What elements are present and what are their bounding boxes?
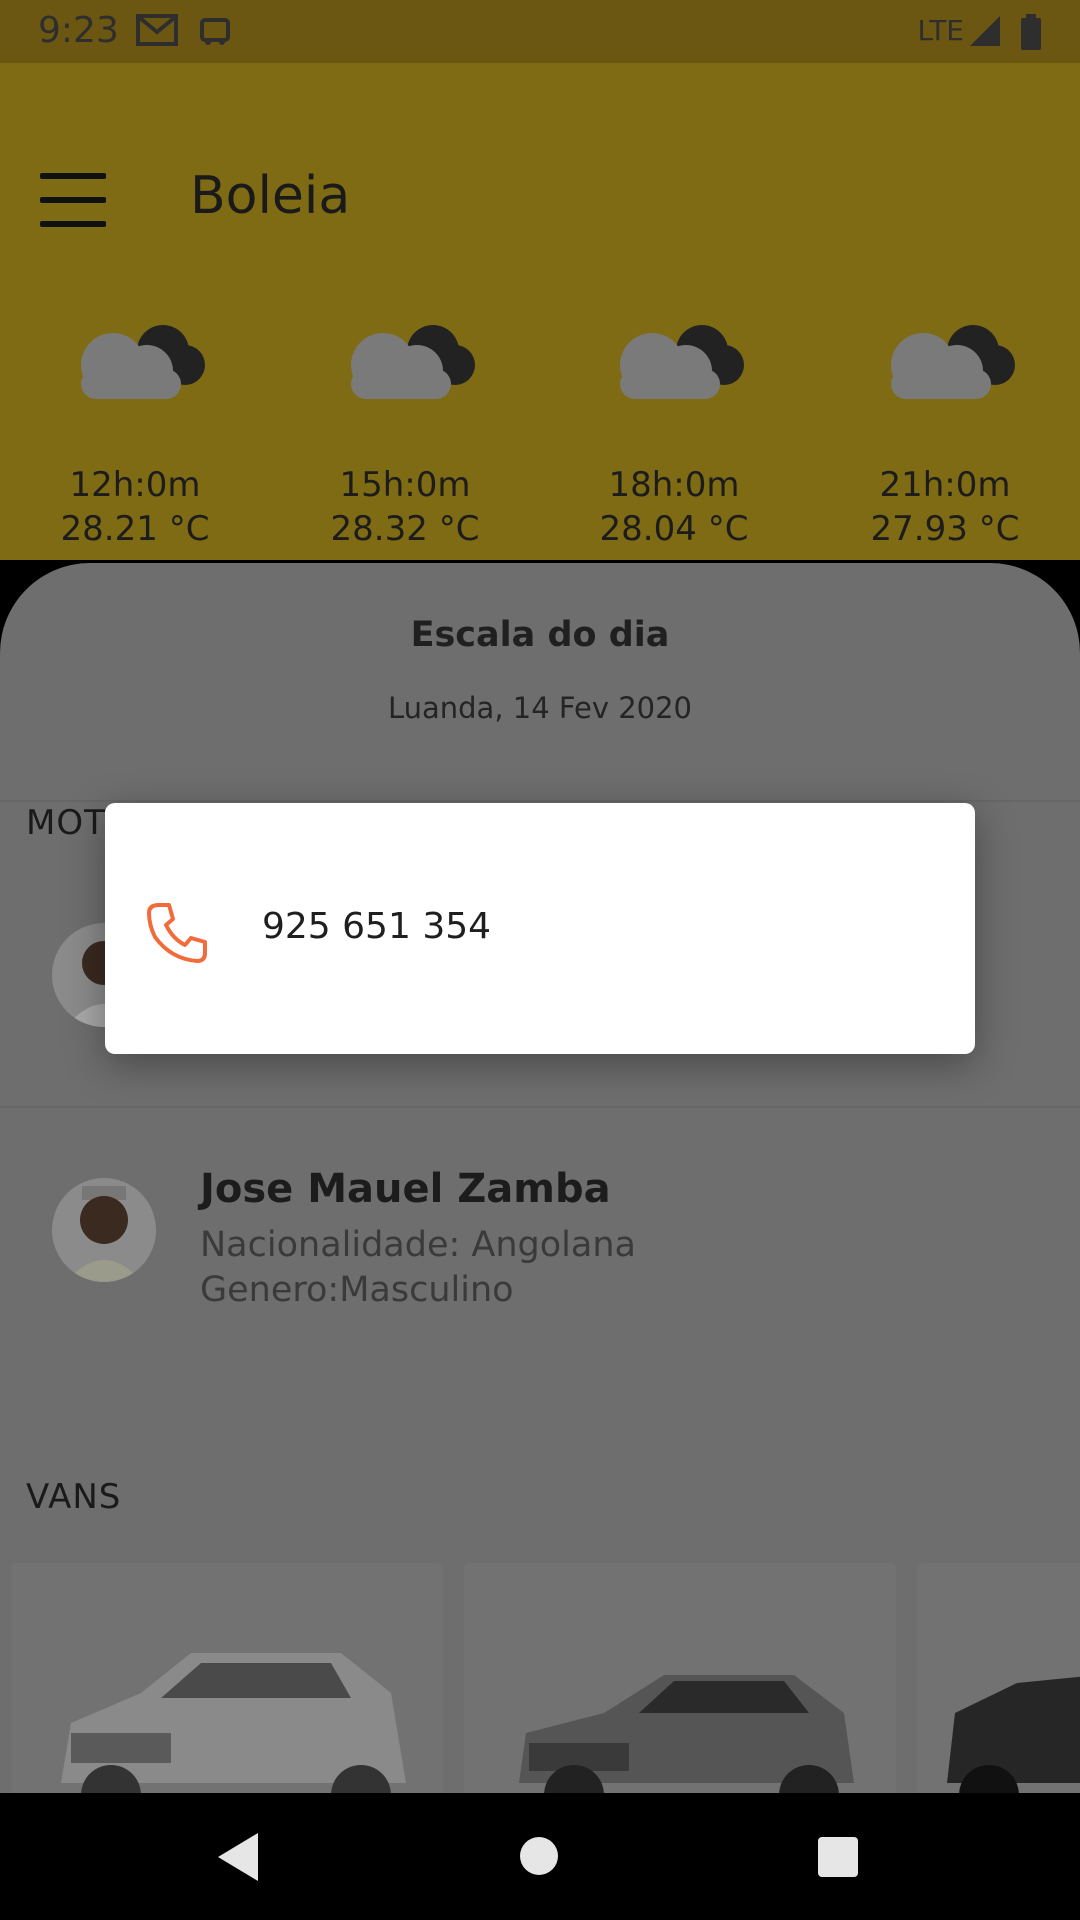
status-time: 9:23 — [38, 10, 119, 51]
phone-icon[interactable] — [145, 901, 209, 965]
weather-time: 18h:0m — [608, 465, 740, 505]
phone-dialog[interactable]: 925 651 354 — [105, 803, 975, 1054]
drivers-section-label: MOT — [26, 803, 106, 843]
avatar[interactable] — [52, 1178, 156, 1282]
recent-apps-icon[interactable] — [818, 1837, 858, 1877]
driver-name[interactable]: Jose Mauel Zamba — [200, 1166, 611, 1212]
system-nav-bar — [0, 1793, 1080, 1920]
car-icon — [200, 18, 230, 45]
divider — [0, 800, 1080, 802]
weather-temp: 28.32 °C — [330, 509, 480, 549]
signal-icon — [970, 16, 1000, 46]
network-type: LTE — [917, 14, 964, 47]
weather-time: 15h:0m — [339, 465, 471, 505]
weather-item: 15h:0m 28.32 °C — [305, 313, 505, 551]
weather-item: 21h:0m 27.93 °C — [845, 313, 1045, 551]
van-card[interactable] — [11, 1563, 443, 1793]
app-title: Boleia — [190, 166, 351, 226]
gmail-icon — [136, 14, 178, 46]
cloudy-icon — [891, 325, 1015, 399]
weather-temp: 27.93 °C — [870, 509, 1020, 549]
cloudy-icon — [620, 325, 744, 399]
vans-section-label: VANS — [26, 1477, 122, 1517]
home-icon[interactable] — [520, 1837, 558, 1875]
hamburger-menu-icon[interactable] — [40, 173, 106, 229]
weather-forecast: 12h:0m 28.21 °C 15h:0m 28.32 °C 18h:0m 2… — [0, 313, 1080, 563]
battery-icon — [1021, 14, 1041, 50]
weather-time: 21h:0m — [879, 465, 1011, 505]
weather-temp: 28.21 °C — [60, 509, 210, 549]
weather-item: 12h:0m 28.21 °C — [35, 313, 235, 551]
weather-item: 18h:0m 28.04 °C — [574, 313, 774, 551]
van-image — [519, 1675, 854, 1793]
van-image — [61, 1653, 406, 1793]
weather-temp: 28.04 °C — [599, 509, 749, 549]
van-card[interactable] — [917, 1563, 1080, 1793]
back-icon[interactable] — [218, 1833, 258, 1881]
cloudy-icon — [351, 325, 475, 399]
status-bar: 9:23 LTE — [0, 0, 1080, 63]
cloudy-icon — [81, 325, 205, 399]
app-header: Boleia 12h:0m 28.21 °C 15h:0m 28.32 °C 1… — [0, 63, 1080, 560]
schedule-subtitle: Luanda, 14 Fev 2020 — [387, 691, 693, 725]
weather-time: 12h:0m — [69, 465, 201, 505]
van-image — [947, 1676, 1080, 1793]
van-card[interactable] — [464, 1563, 896, 1793]
driver-nationality: Nacionalidade: Angolana — [200, 1225, 636, 1265]
divider — [0, 1106, 1080, 1108]
phone-number[interactable]: 925 651 354 — [262, 906, 491, 947]
driver-gender: Genero:Masculino — [200, 1270, 514, 1310]
schedule-panel: Escala do dia Luanda, 14 Fev 2020 MOT Jo… — [0, 563, 1080, 1793]
schedule-title: Escala do dia — [410, 615, 670, 655]
